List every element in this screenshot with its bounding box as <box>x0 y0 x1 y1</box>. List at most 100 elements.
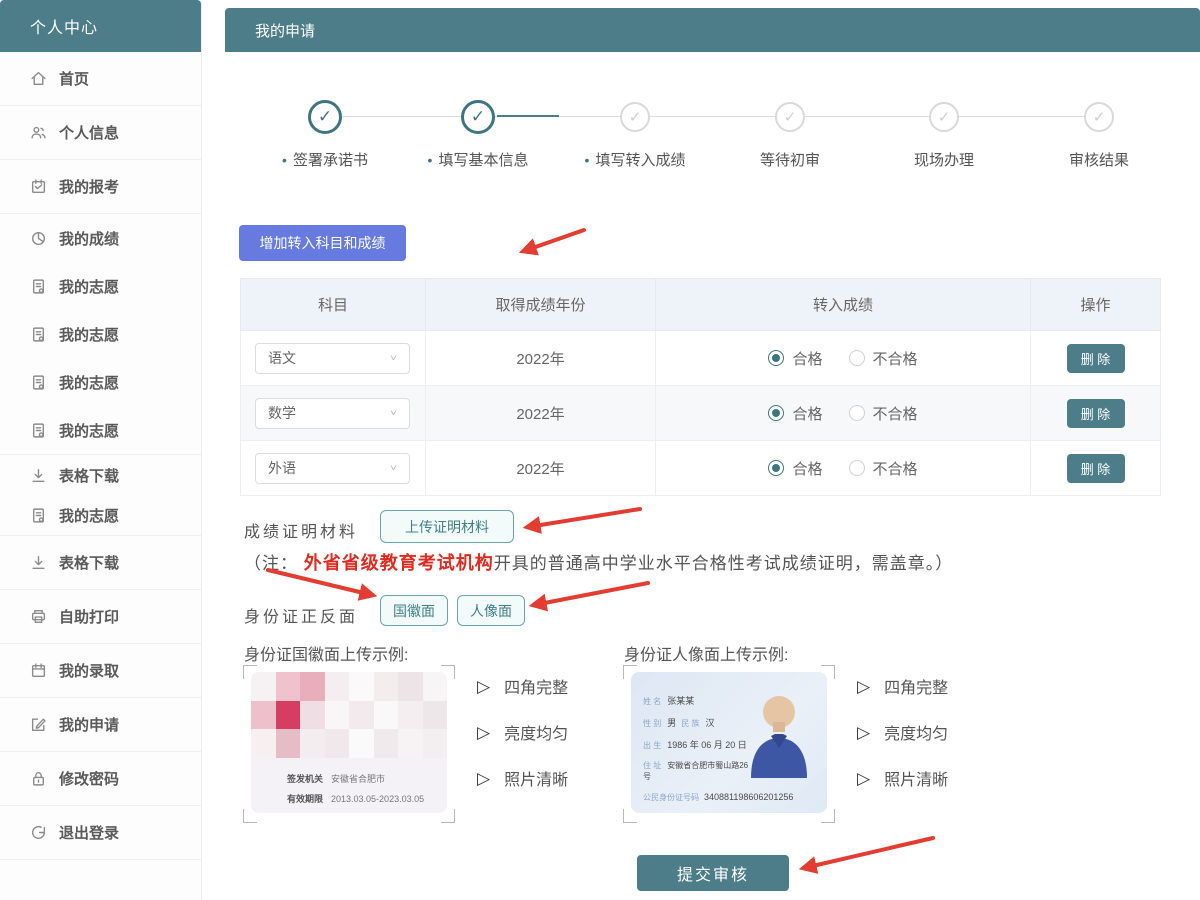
sidebar-item-form-download[interactable]: 表格下载 <box>0 455 201 495</box>
note-text: （注： 外省省级教育考试机构开具的普通高中学业水平合格性考试成绩证明，需盖章。） <box>244 549 953 575</box>
radio-selected-icon <box>768 460 784 476</box>
table-header-row: 科目 取得成绩年份 转入成绩 操作 <box>241 279 1161 331</box>
step-circle-4: ✓ <box>775 102 805 132</box>
main-content: ✓ ✓ ✓ ✓ ✓ ✓ •签署承诺书 •填写基本信息 •填写转入成绩 等待初审 … <box>225 52 1200 900</box>
check-icon: ✓ <box>629 108 642 126</box>
step-circle-6: ✓ <box>1084 102 1114 132</box>
add-subject-button[interactable]: 增加转入科目和成绩 <box>239 225 406 261</box>
sidebar-item-scores[interactable]: 我的成绩 <box>0 214 201 262</box>
download-icon <box>30 554 47 571</box>
year-cell: 2022年 <box>426 331 656 386</box>
radio-fail[interactable]: 不合格 <box>849 403 918 424</box>
portrait-side-button[interactable]: 人像面 <box>457 595 525 626</box>
materials-label: 成绩证明材料 <box>244 518 358 542</box>
sidebar-item-application[interactable]: 我的申请 <box>0 698 201 751</box>
lock-icon <box>30 770 47 787</box>
idcard-emblem-image: 签发机关安徽省合肥市 有效期限2013.03.05-2023.03.05 <box>251 672 447 813</box>
radio-pass[interactable]: 合格 <box>768 348 822 369</box>
tip-item: ▷亮度均匀 <box>857 720 987 744</box>
sidebar-item-label: 个人信息 <box>59 122 119 143</box>
chevron-down-icon: ˅ <box>390 352 397 363</box>
document-icon <box>30 374 47 391</box>
sidebar-item-self-print[interactable]: 自助打印 <box>0 590 201 643</box>
step-label-1: •签署承诺书 <box>250 149 400 170</box>
sidebar-item-label: 表格下载 <box>59 552 119 573</box>
subject-select[interactable]: 数学˅ <box>255 398 410 429</box>
upload-tips: ▷四角完整 ▷亮度均匀 ▷照片清晰 <box>477 674 607 812</box>
idcard-number-line: 公民身份证号码340881198606201256 <box>643 792 793 803</box>
triangle-icon: ▷ <box>857 724 870 741</box>
portrait-card-example: 姓 名张某某 性 别男 民 族汉 出 生1986 年 06 月 20 日 住 址… <box>623 665 835 823</box>
step-label-6: 审核结果 <box>1024 149 1174 170</box>
column-header-year: 取得成绩年份 <box>426 279 656 331</box>
document-icon <box>30 422 47 439</box>
printer-icon <box>30 608 47 625</box>
emblem-example-title: 身份证国徽面上传示例: <box>244 641 408 665</box>
sidebar-item-preferences[interactable]: 我的志愿 <box>0 310 201 358</box>
step-circle-3: ✓ <box>620 102 650 132</box>
delete-button[interactable]: 删 除 <box>1067 399 1125 428</box>
bullet-icon: • <box>585 152 590 168</box>
chevron-down-icon: ˅ <box>390 462 397 473</box>
delete-button[interactable]: 删 除 <box>1067 344 1125 373</box>
step-circle-5: ✓ <box>929 102 959 132</box>
radio-unselected-icon <box>849 350 865 366</box>
tip-item: ▷照片清晰 <box>477 766 607 790</box>
step-label-3: •填写转入成绩 <box>560 149 710 170</box>
sidebar-item-change-password[interactable]: 修改密码 <box>0 752 201 805</box>
bullet-icon: • <box>282 152 287 168</box>
tip-item: ▷四角完整 <box>477 674 607 698</box>
triangle-icon: ▷ <box>477 724 490 741</box>
idcard-portrait-image: 姓 名张某某 性 别男 民 族汉 出 生1986 年 06 月 20 日 住 址… <box>631 672 827 813</box>
note-highlight: 外省省级教育考试机构 <box>304 553 494 573</box>
pixelated-emblem-region <box>251 672 447 758</box>
progress-stepper: ✓ ✓ ✓ ✓ ✓ ✓ •签署承诺书 •填写基本信息 •填写转入成绩 等待初审 … <box>225 101 1200 211</box>
subject-select[interactable]: 语文˅ <box>255 343 410 374</box>
triangle-icon: ▷ <box>857 678 870 695</box>
step-circle-2: ✓ <box>461 100 495 134</box>
triangle-icon: ▷ <box>477 770 490 787</box>
sidebar-item-label: 我的成绩 <box>59 228 119 249</box>
triangle-icon: ▷ <box>477 678 490 695</box>
sidebar-item-label: 首页 <box>59 68 89 89</box>
sidebar-item-admission[interactable]: 我的录取 <box>0 644 201 697</box>
sidebar-item-label: 我的志愿 <box>59 372 119 393</box>
upload-materials-button[interactable]: 上传证明材料 <box>380 510 514 543</box>
tip-item: ▷四角完整 <box>857 674 987 698</box>
submit-review-button[interactable]: 提交审核 <box>637 855 789 891</box>
year-cell: 2022年 <box>426 386 656 441</box>
radio-pass[interactable]: 合格 <box>768 403 822 424</box>
emblem-card-text: 签发机关安徽省合肥市 有效期限2013.03.05-2023.03.05 <box>287 770 424 810</box>
sidebar-item-logout[interactable]: 退出登录 <box>0 806 201 859</box>
sidebar-item-preferences[interactable]: 我的志愿 <box>0 406 201 454</box>
radio-fail[interactable]: 不合格 <box>849 458 918 479</box>
sidebar-item-profile[interactable]: 个人信息 <box>0 106 201 159</box>
subject-select[interactable]: 外语˅ <box>255 453 410 484</box>
year-cell: 2022年 <box>426 441 656 496</box>
delete-button[interactable]: 删 除 <box>1067 454 1125 483</box>
step-circle-1: ✓ <box>308 100 342 134</box>
sidebar-item-preferences[interactable]: 我的志愿 <box>0 495 201 535</box>
radio-unselected-icon <box>849 405 865 421</box>
sidebar-item-label: 我的报考 <box>59 176 119 197</box>
sidebar-item-label: 我的志愿 <box>59 276 119 297</box>
radio-selected-icon <box>768 350 784 366</box>
sidebar-item-label: 我的志愿 <box>59 324 119 345</box>
page: 个人中心 首页 个人信息 我的报考 我的成绩 <box>0 0 1200 900</box>
sidebar-item-preferences[interactable]: 我的志愿 <box>0 358 201 406</box>
sidebar-item-home[interactable]: 首页 <box>0 52 201 105</box>
radio-fail[interactable]: 不合格 <box>849 348 918 369</box>
sidebar-item-form-download[interactable]: 表格下载 <box>0 536 201 589</box>
sidebar-item-label: 我的录取 <box>59 660 119 681</box>
sidebar-item-preferences[interactable]: 我的志愿 <box>0 262 201 310</box>
emblem-side-button[interactable]: 国徽面 <box>380 595 448 626</box>
sidebar-item-registration[interactable]: 我的报考 <box>0 160 201 213</box>
stepper-connector <box>325 116 1099 117</box>
step-label-2: •填写基本信息 <box>403 149 553 170</box>
radio-pass[interactable]: 合格 <box>768 458 822 479</box>
sidebar-item-label: 表格下载 <box>59 465 119 486</box>
check-icon: ✓ <box>784 108 797 126</box>
step-label-4: 等待初审 <box>715 149 865 170</box>
sidebar-item-label: 修改密码 <box>59 768 119 789</box>
sidebar-item-label: 我的志愿 <box>59 505 119 526</box>
